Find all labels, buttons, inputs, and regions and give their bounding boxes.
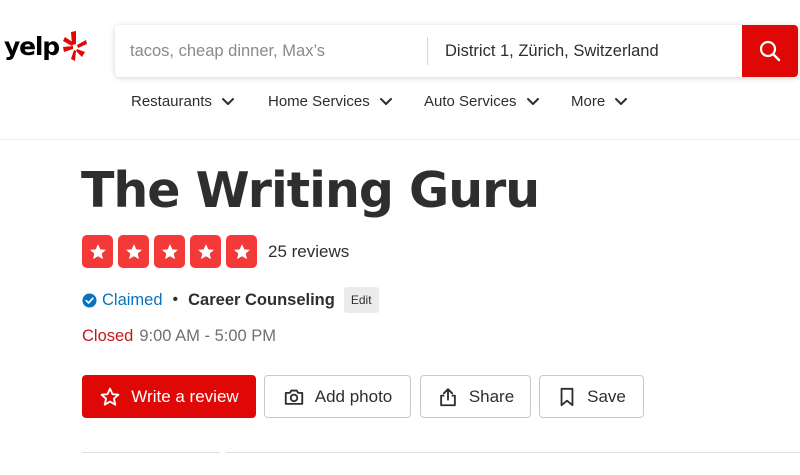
share-label: Share [468, 386, 515, 406]
star-icon [89, 243, 106, 259]
add-photo-button[interactable]: Add photo [264, 375, 411, 418]
section-divider [82, 452, 220, 453]
site-header: yelp tacos, cheap dinner, Max’s District… [0, 0, 800, 140]
save-label: Save [587, 386, 626, 406]
write-review-button[interactable]: Write a review [82, 375, 256, 418]
business-name: The Writing Guru [81, 162, 540, 219]
nav-item-more[interactable]: More [571, 93, 628, 110]
star-icon [125, 243, 142, 259]
nav-item-home-services[interactable]: Home Services [268, 93, 393, 110]
star-icon [161, 243, 178, 259]
hours-range: 9:00 AM - 5:00 PM [139, 327, 277, 345]
star-icon [197, 243, 214, 259]
share-icon [440, 387, 456, 406]
section-divider [226, 452, 800, 453]
yelp-logo[interactable]: yelp [4, 30, 87, 62]
yelp-burst-icon [62, 31, 87, 61]
add-photo-label: Add photo [314, 386, 393, 406]
claimed-label[interactable]: Claimed [102, 291, 163, 310]
logo-text: yelp [4, 31, 60, 61]
chevron-down-icon [526, 97, 539, 105]
search-button[interactable] [742, 25, 798, 77]
nav-label: Home Services [268, 93, 370, 110]
rating-star [118, 235, 149, 268]
location-input[interactable]: District 1, Zürich, Switzerland [428, 25, 742, 77]
open-status: Closed [82, 327, 134, 345]
nav-item-restaurants[interactable]: Restaurants [131, 93, 235, 110]
nav-item-auto-services[interactable]: Auto Services [424, 93, 540, 110]
location-value: District 1, Zürich, Switzerland [445, 41, 659, 60]
opening-hours: Closed 9:00 AM - 5:00 PM [82, 327, 276, 346]
nav-label: More [571, 93, 606, 110]
search-placeholder: tacos, cheap dinner, Max’s [130, 41, 326, 60]
review-count-link[interactable]: 25 reviews [268, 242, 349, 262]
rating-star [226, 235, 257, 268]
search-bar: tacos, cheap dinner, Max’s District 1, Z… [115, 25, 798, 77]
star-outline-icon [100, 387, 120, 406]
share-button[interactable]: Share [420, 375, 531, 418]
nav-label: Auto Services [424, 93, 517, 110]
star-icon [233, 243, 250, 259]
search-icon [759, 40, 781, 62]
chevron-down-icon [379, 97, 392, 105]
search-input[interactable]: tacos, cheap dinner, Max’s [115, 25, 427, 77]
edit-category-button[interactable]: Edit [343, 287, 379, 313]
separator-dot: • [172, 291, 179, 308]
star-rating [82, 235, 262, 268]
nav-label: Restaurants [131, 93, 212, 110]
business-meta: Claimed • Career Counseling Edit [82, 287, 379, 313]
category-link[interactable]: Career Counseling [188, 291, 335, 310]
chevron-down-icon [615, 97, 628, 105]
rating-star [82, 235, 113, 268]
chevron-down-icon [221, 97, 234, 105]
bookmark-icon [560, 387, 574, 406]
verified-check-icon [82, 292, 97, 308]
write-review-label: Write a review [131, 386, 239, 406]
save-button[interactable]: Save [539, 375, 644, 418]
rating-star [154, 235, 185, 268]
camera-icon [284, 389, 303, 405]
rating-star [190, 235, 221, 268]
